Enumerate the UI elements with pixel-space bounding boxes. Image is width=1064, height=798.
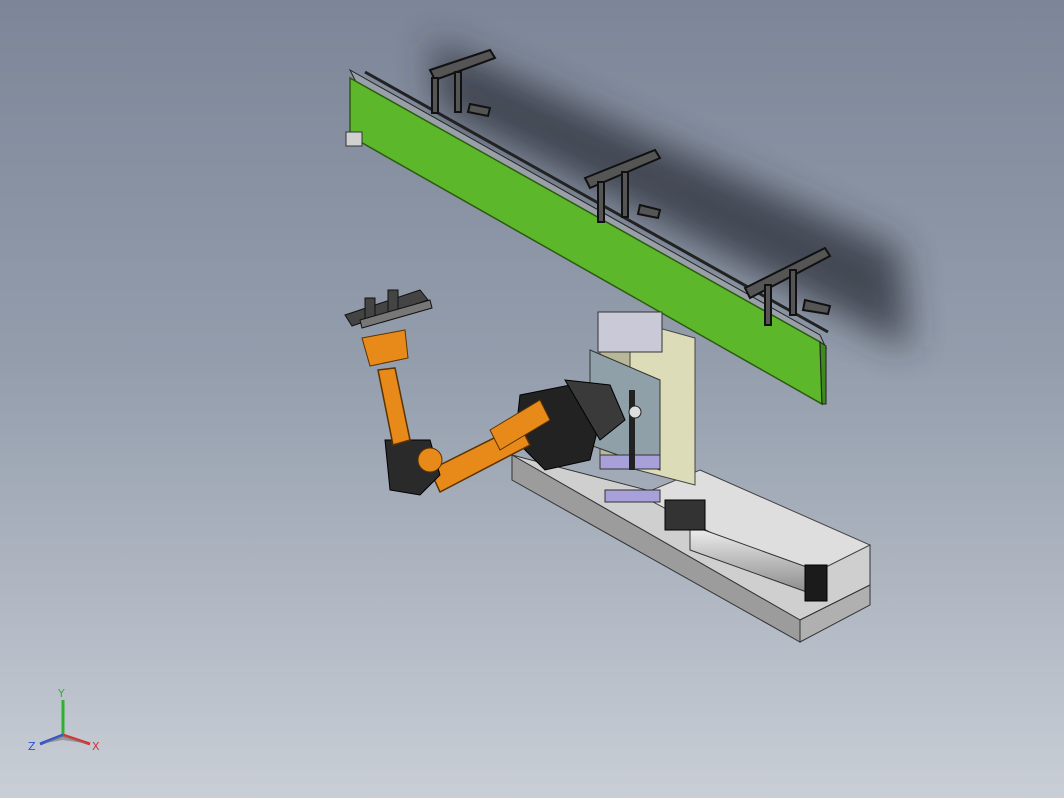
robot-wrist xyxy=(361,329,409,367)
beam-end-block xyxy=(345,131,363,147)
cad-viewport[interactable]: Y X Z xyxy=(0,0,1064,798)
industrial-robot[interactable] xyxy=(344,289,626,496)
robot-gripper xyxy=(344,289,433,329)
z-axis-label: Z xyxy=(28,740,36,753)
column-cap xyxy=(597,311,663,353)
robot-upper-arm xyxy=(377,367,411,446)
x-axis-label: X xyxy=(92,740,100,753)
coordinate-triad: Y X Z xyxy=(28,687,100,753)
y-axis-label: Y xyxy=(57,687,65,700)
3d-model-scene[interactable] xyxy=(0,0,1064,798)
